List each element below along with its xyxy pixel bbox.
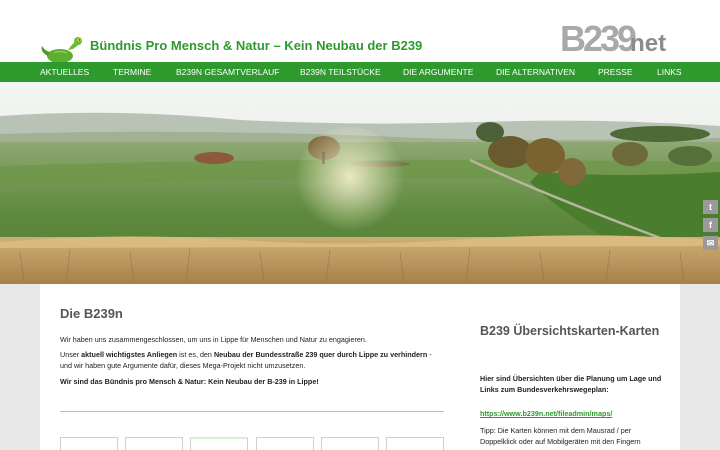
page-title: Die B239n [60, 306, 123, 321]
main-navigation: AKTUELLES TERMINE B239N GESAMTVERLAUF B2… [0, 62, 720, 84]
teaser-tile[interactable] [321, 437, 379, 450]
nav-item-aktuelles[interactable]: AKTUELLES [40, 62, 90, 84]
site-header: Bündnis Pro Mensch & Natur – Kein Neubau… [0, 0, 720, 67]
twitter-share-icon[interactable]: t [703, 200, 718, 214]
alliance-paragraph: Wir sind das Bündnis pro Mensch & Natur:… [60, 377, 319, 386]
brand-logo-main: B239 [560, 18, 637, 59]
nav-item-teilstuecke[interactable]: B239N TEILSTÜCKE [300, 62, 381, 84]
nav-item-alternativen[interactable]: DIE ALTERNATIVEN [496, 62, 576, 84]
facebook-share-icon[interactable]: f [703, 218, 718, 232]
nav-item-gesamtverlauf[interactable]: B239N GESAMTVERLAUF [176, 62, 280, 84]
nav-item-termine[interactable]: TERMINE [113, 62, 152, 84]
page: Bündnis Pro Mensch & Natur – Kein Neubau… [0, 0, 720, 450]
teaser-tile[interactable] [60, 437, 118, 450]
teaser-tile[interactable] [125, 437, 183, 450]
teaser-tile[interactable] [256, 437, 314, 450]
hero-landscape-image [0, 82, 720, 284]
sidebar-title: B239 Übersichtskarten-Karten [480, 324, 660, 338]
nav-item-presse[interactable]: PRESSE [598, 62, 633, 84]
intro-paragraph: Wir haben uns zusammengeschlossen, um un… [60, 335, 367, 344]
content-area: Die B239n Wir haben uns zusammengeschlos… [40, 284, 680, 450]
brand-logo-sub: net [630, 30, 667, 57]
sidebar-tip: Tipp: Die Karten können mit dem Mausrad … [480, 426, 641, 446]
nav-item-links[interactable]: LINKS [657, 62, 682, 84]
nav-item-argumente[interactable]: DIE ARGUMENTE [403, 62, 474, 84]
mission-paragraph: Unser aktuell wichtigstes Anliegen ist e… [60, 350, 432, 370]
email-share-icon[interactable]: ✉ [703, 236, 718, 250]
teaser-tile[interactable] [386, 437, 444, 450]
sidebar-intro: Hier sind Übersichten über die Planung u… [480, 374, 662, 394]
content-divider [60, 411, 444, 412]
maps-link[interactable]: https://www.b239n.net/fileadmin/maps/ [480, 409, 612, 418]
brand-logo[interactable]: B239net [560, 18, 667, 59]
site-title[interactable]: Bündnis Pro Mensch & Natur – Kein Neubau… [90, 38, 422, 53]
teaser-tile[interactable] [190, 437, 248, 450]
